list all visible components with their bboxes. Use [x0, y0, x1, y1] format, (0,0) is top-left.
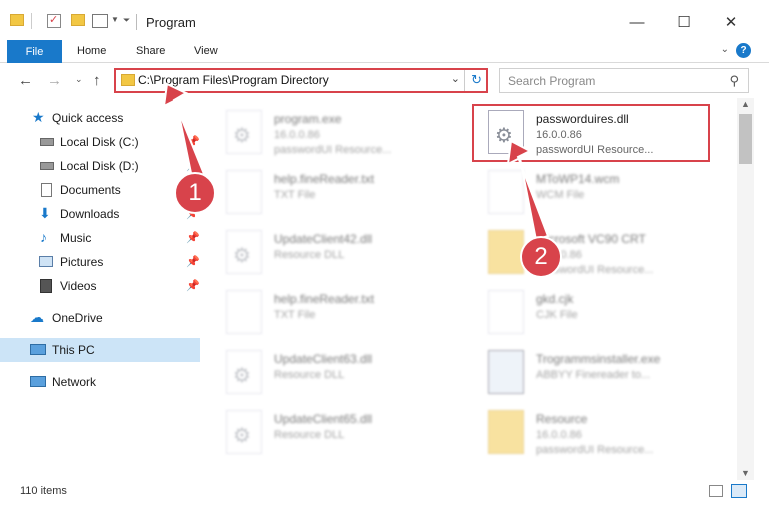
step-badge-2: 2 — [520, 236, 562, 278]
arrow-1 — [162, 82, 206, 180]
annotation-arrows — [162, 82, 550, 242]
arrow-2 — [506, 139, 550, 242]
step-badge-1: 1 — [174, 172, 216, 214]
